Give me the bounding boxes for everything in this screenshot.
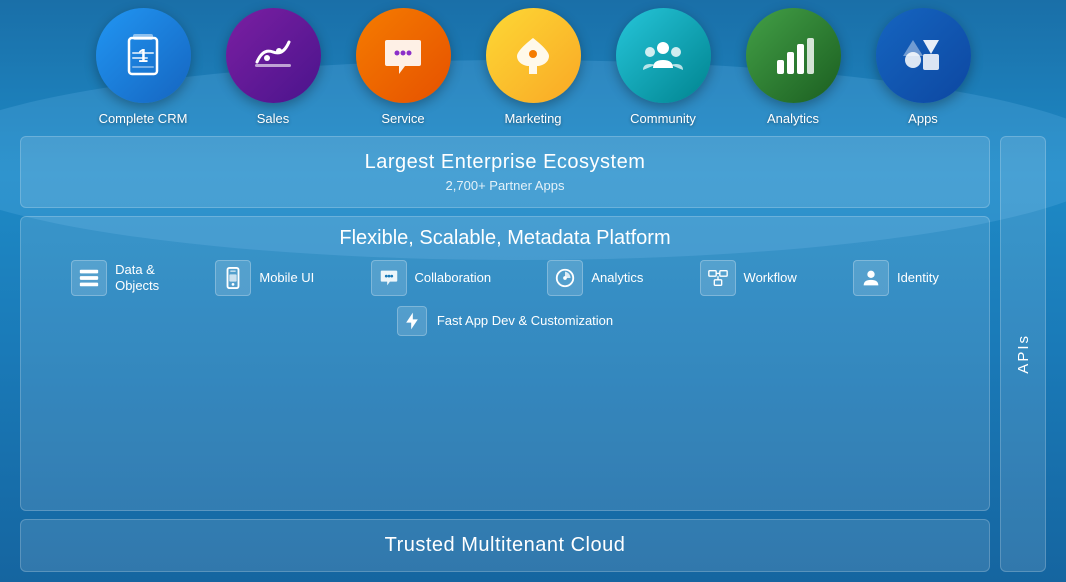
icon-item-marketing: Marketing (468, 8, 598, 126)
cloud-panel: Trusted Multitenant Cloud (20, 519, 990, 572)
workflow-icon-box (700, 260, 736, 296)
icon-label-analytics: Analytics (767, 111, 819, 126)
content-area: Largest Enterprise Ecosystem 2,700+ Part… (0, 126, 1066, 582)
apis-label: APIs (1015, 334, 1032, 374)
icon-circle-marketing (486, 8, 581, 103)
icon-item-sales: Sales (208, 8, 338, 126)
data-icon-box (71, 260, 107, 296)
icon-circle-analytics (746, 8, 841, 103)
fast-app-icon-box (397, 306, 427, 336)
main-content: Largest Enterprise Ecosystem 2,700+ Part… (20, 136, 990, 572)
icon-label-apps: Apps (908, 111, 938, 126)
crm-icon: 1 (119, 32, 167, 80)
analytics2-icon (554, 267, 576, 289)
icon-label-service: Service (381, 111, 424, 126)
ecosystem-title: Largest Enterprise Ecosystem (41, 151, 969, 174)
icons-row: 1 Complete CRM Sales (0, 8, 1066, 126)
icon-item-apps: Apps (858, 8, 988, 126)
platform-item-identity: Identity (853, 260, 939, 296)
fast-app-row: Fast App Dev & Customization (37, 306, 973, 336)
identity-label: Identity (897, 270, 939, 286)
icon-circle-service (356, 8, 451, 103)
apps-icon (899, 32, 947, 80)
marketing-icon (509, 32, 557, 80)
collab-icon-box (371, 260, 407, 296)
community-icon (639, 32, 687, 80)
service-icon (379, 32, 427, 80)
platform-item-mobile: Mobile UI (215, 260, 314, 296)
data-objects-icon (78, 267, 100, 289)
apis-sidebar: APIs (1000, 136, 1046, 572)
ecosystem-panel: Largest Enterprise Ecosystem 2,700+ Part… (20, 136, 990, 208)
analytics2-label: Analytics (591, 270, 643, 286)
icon-circle-community (616, 8, 711, 103)
platform-item-analytics: Analytics (547, 260, 643, 296)
analytics2-icon-box (547, 260, 583, 296)
icon-label-marketing: Marketing (504, 111, 561, 126)
platform-item-data: Data &Objects (71, 260, 159, 296)
sales-icon (249, 32, 297, 80)
collaboration-icon (378, 267, 400, 289)
fast-app-label: Fast App Dev & Customization (437, 313, 613, 329)
icon-item-analytics: Analytics (728, 8, 858, 126)
platform-panel: Flexible, Scalable, Metadata Platform Da… (20, 216, 990, 511)
icon-item-service: Service (338, 8, 468, 126)
mobile-ui-label: Mobile UI (259, 270, 314, 286)
main-container: 1 Complete CRM Sales (0, 0, 1066, 582)
svg-text:1: 1 (138, 46, 148, 66)
platform-item-workflow: Workflow (700, 260, 797, 296)
mobile-ui-icon (222, 267, 244, 289)
workflow-icon (707, 267, 729, 289)
cloud-title: Trusted Multitenant Cloud (41, 534, 969, 557)
lightning-icon (402, 311, 422, 331)
workflow-label: Workflow (744, 270, 797, 286)
analytics-icon (769, 32, 817, 80)
icon-circle-crm: 1 (96, 8, 191, 103)
icon-circle-sales (226, 8, 321, 103)
ecosystem-subtitle: 2,700+ Partner Apps (41, 178, 969, 193)
platform-icons-row: Data &Objects Mobile UI (37, 260, 973, 296)
collaboration-label: Collaboration (415, 270, 492, 286)
icon-label-sales: Sales (257, 111, 290, 126)
icon-item-community: Community (598, 8, 728, 126)
identity-icon-box (853, 260, 889, 296)
icon-label-crm: Complete CRM (99, 111, 188, 126)
mobile-icon-box (215, 260, 251, 296)
data-objects-label: Data &Objects (115, 262, 159, 293)
icon-label-community: Community (630, 111, 696, 126)
platform-item-collab: Collaboration (371, 260, 492, 296)
identity-icon (860, 267, 882, 289)
icon-item-complete-crm: 1 Complete CRM (78, 8, 208, 126)
icon-circle-apps (876, 8, 971, 103)
platform-title: Flexible, Scalable, Metadata Platform (37, 227, 973, 250)
